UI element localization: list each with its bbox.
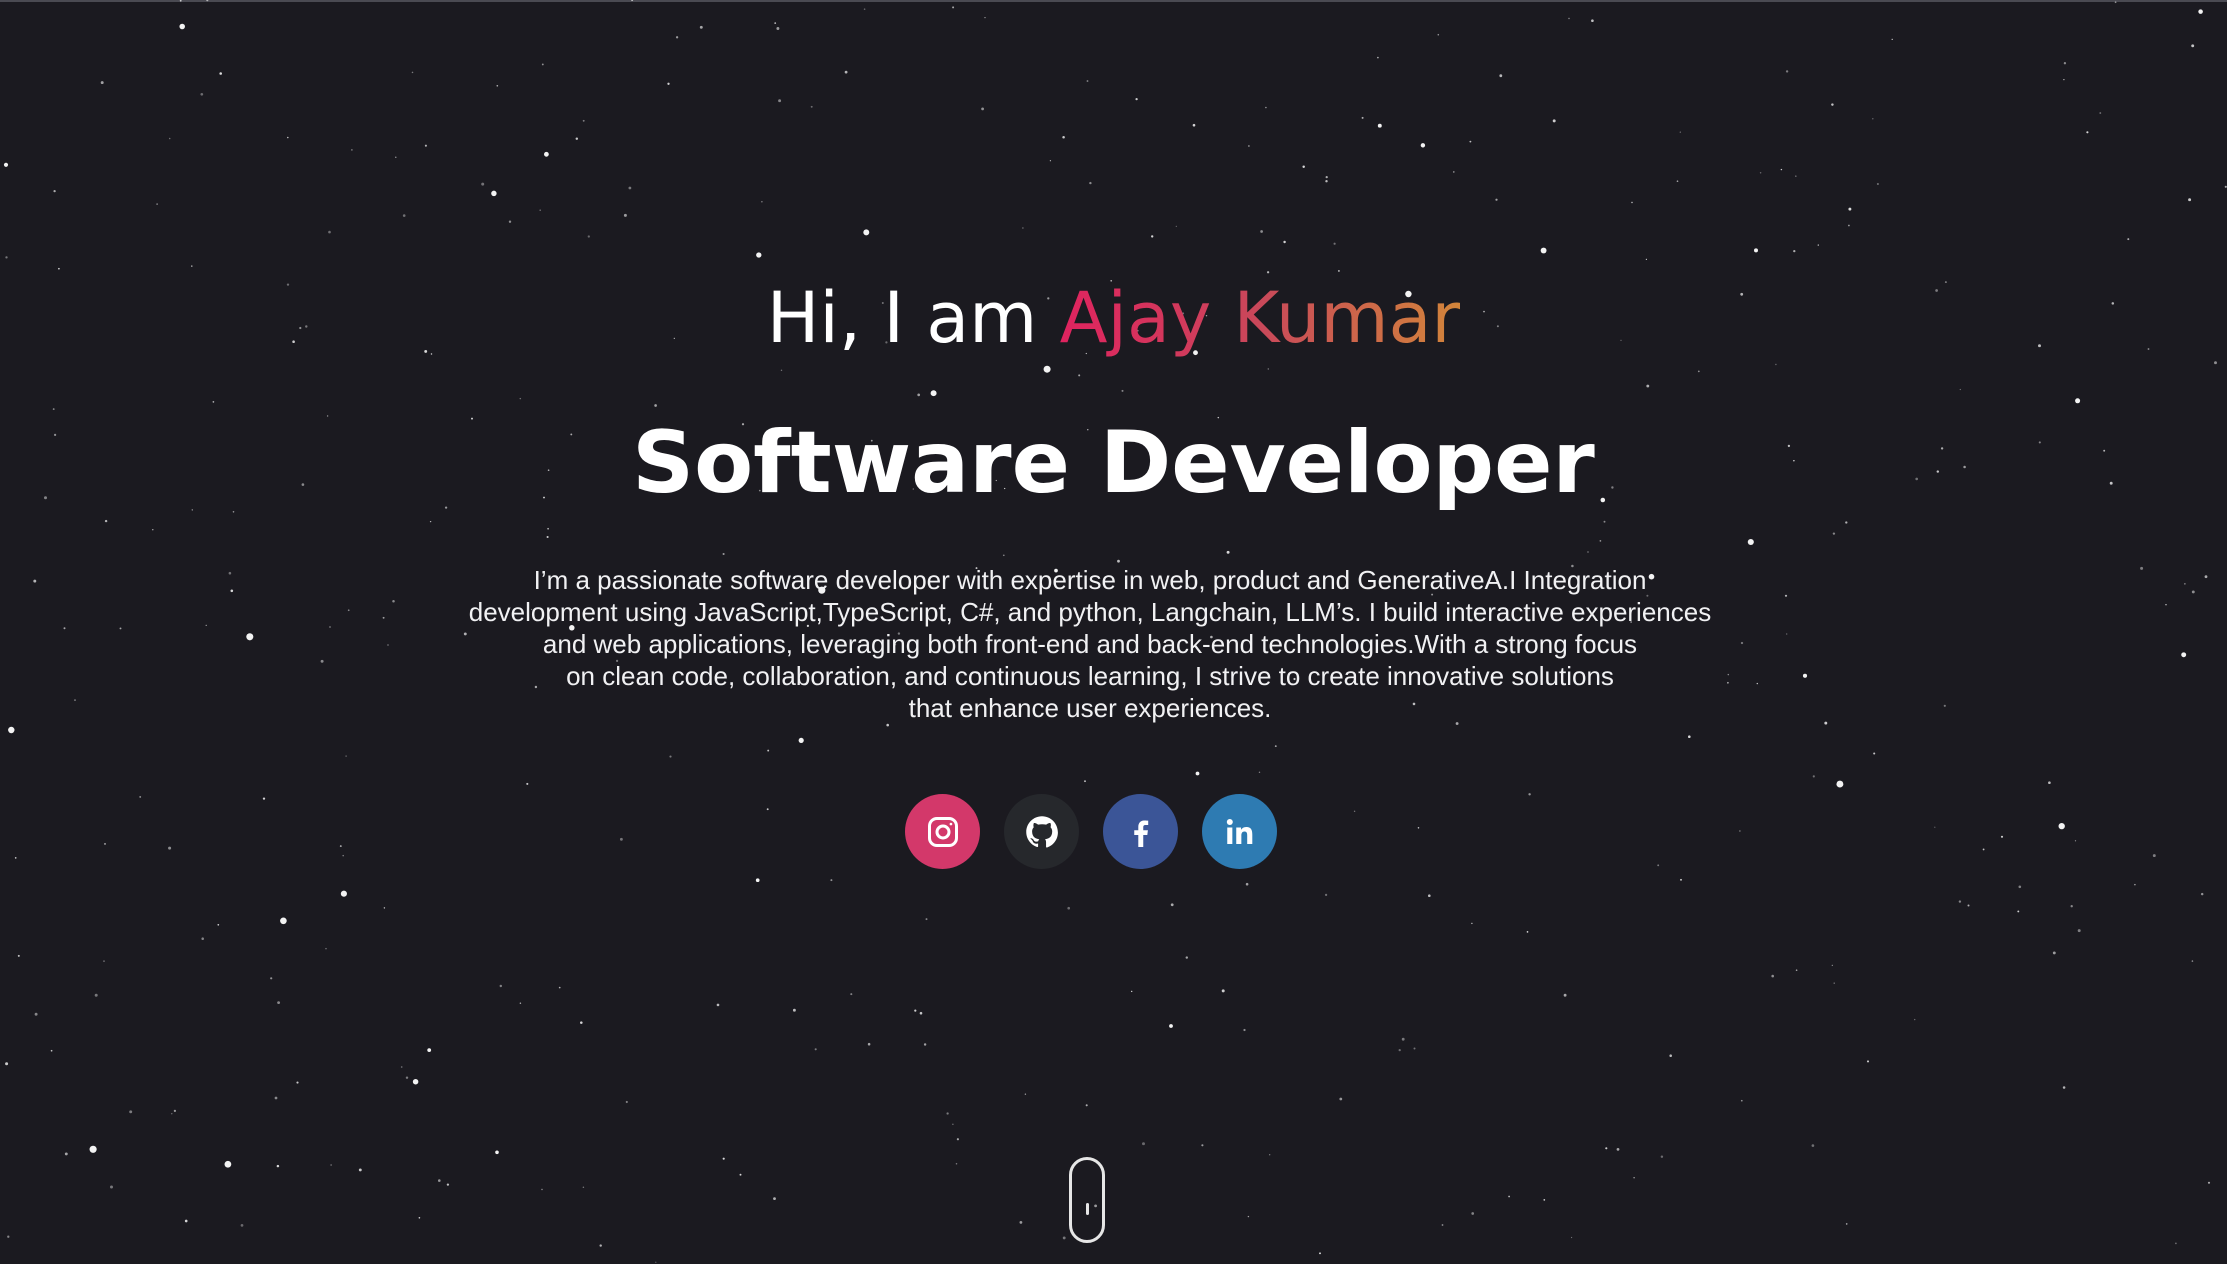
facebook-link[interactable] (1103, 794, 1178, 869)
greeting-prefix: Hi, I am (766, 277, 1060, 359)
bio-line: development using JavaScript,TypeScript,… (468, 597, 1712, 627)
instagram-icon (927, 816, 958, 847)
linkedin-link[interactable] (1202, 794, 1277, 869)
greeting-heading: Hi, I am Ajay Kumar (0, 268, 2227, 368)
linkedin-icon (1226, 818, 1252, 844)
role-title: Software Developer (632, 413, 1595, 513)
github-link[interactable] (1004, 794, 1079, 869)
facebook-icon (1133, 819, 1148, 847)
scroll-wheel (1086, 1203, 1089, 1215)
bio-line: I’m a passionate software developer with… (533, 565, 1647, 595)
bio-paragraph: I’m a passionate software developer with… (400, 564, 1780, 724)
developer-name: Ajay Kumar (1059, 277, 1461, 359)
bio-line: that enhance user experiences. (908, 693, 1272, 723)
scroll-down-indicator[interactable] (1069, 1157, 1105, 1243)
social-links (905, 794, 1277, 869)
hero-section: Hi, I am Ajay Kumar Software Developer I… (0, 0, 2227, 1264)
bio-line: on clean code, collaboration, and contin… (566, 661, 1614, 691)
bio-line: and web applications, leveraging both fr… (542, 629, 1638, 659)
github-icon (1025, 815, 1058, 847)
instagram-link[interactable] (905, 794, 980, 869)
